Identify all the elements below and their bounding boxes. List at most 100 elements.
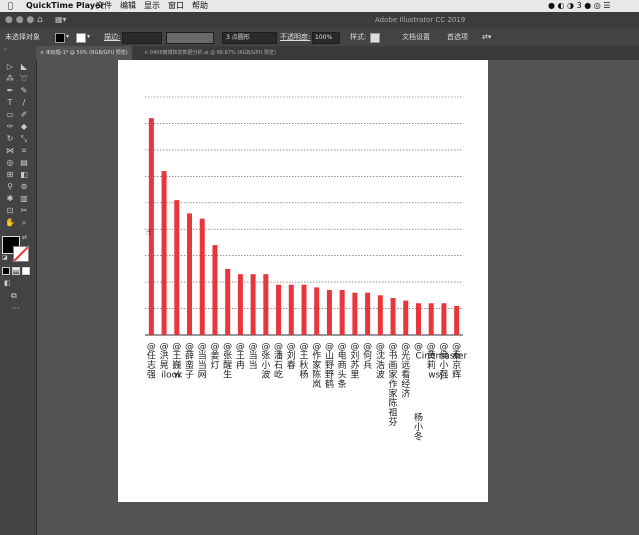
- bar: [250, 274, 256, 335]
- shaper-icon[interactable]: ✑: [4, 122, 16, 132]
- brush-name: 3 点圆形: [226, 34, 250, 41]
- gradient-icon[interactable]: ◧: [18, 170, 30, 180]
- category-label: @王秋杨: [300, 342, 309, 381]
- eraser-icon[interactable]: ◆: [18, 122, 30, 132]
- width-tool-icon[interactable]: ⋈: [4, 146, 16, 156]
- paintbrush-icon[interactable]: ✐: [18, 110, 30, 120]
- opacity-field[interactable]: 100%: [312, 32, 340, 44]
- default-colors-icon[interactable]: ◪: [2, 254, 8, 261]
- control-bar: 未选择对象 ▾ ▾ 描边: 3 点圆形 不透明度: 100% 样式: 文档设置 …: [0, 28, 639, 47]
- menu-window[interactable]: 窗口: [168, 0, 184, 12]
- selection-tool-icon[interactable]: ▷: [4, 62, 16, 72]
- menu-help[interactable]: 帮助: [192, 0, 208, 12]
- document-setup-button[interactable]: 文档设置: [402, 28, 430, 46]
- bar: [326, 290, 332, 335]
- category-label: @王冉: [236, 342, 245, 371]
- direct-selection-tool-icon[interactable]: ◣: [18, 62, 30, 72]
- category-label: @刘春: [287, 342, 296, 371]
- app-title: Adobe Illustrator CC 2019: [375, 16, 466, 24]
- category-label: @侯小强: [439, 342, 448, 381]
- bar: [276, 284, 282, 335]
- style-swatch[interactable]: [370, 33, 380, 43]
- blend-icon[interactable]: ⊚: [18, 182, 30, 192]
- free-transform-icon[interactable]: ⌗: [18, 146, 30, 156]
- category-label: @电商头条: [338, 342, 347, 390]
- menu-file[interactable]: 文件: [96, 0, 112, 12]
- category-label: @当当网: [198, 342, 207, 381]
- artboard-tool-icon[interactable]: ⊡: [4, 206, 16, 216]
- app-menu-quicktime[interactable]: QuickTime Player: [26, 0, 104, 12]
- bar: [288, 284, 294, 335]
- screen-mode-icon[interactable]: ⧉: [11, 291, 17, 301]
- fill-dropdown-icon[interactable]: ▾: [66, 28, 69, 46]
- stroke-dropdown-icon[interactable]: ▾: [87, 28, 90, 46]
- tab-untitled-1[interactable]: × 未标题-1* @ 50% (RGB/GPU 预览): [36, 46, 132, 60]
- tab-label: 0406微博转发数据分析.ai @ 66.67% (RGB/GPU 预览): [149, 50, 276, 56]
- draw-mode-icon[interactable]: ◧: [4, 279, 11, 287]
- bar: [441, 303, 447, 335]
- opacity-value: 100%: [315, 34, 333, 41]
- color-mode-icon[interactable]: [2, 267, 10, 275]
- bar: [187, 213, 193, 335]
- symbol-sprayer-icon[interactable]: ✱: [4, 194, 16, 204]
- bar: [237, 274, 243, 335]
- category-label: @姜灯: [210, 342, 219, 371]
- stroke-weight-field[interactable]: [122, 32, 162, 44]
- category-label: @薛蛮子: [185, 342, 194, 381]
- bar: [428, 303, 434, 335]
- rotate-icon[interactable]: ↻: [4, 134, 16, 144]
- home-icon[interactable]: ⌂: [37, 12, 43, 28]
- category-label: @书画家作家陈祖芬: [389, 342, 398, 428]
- preferences-button[interactable]: 首选项: [447, 28, 468, 46]
- column-graph-icon[interactable]: ▥: [18, 194, 30, 204]
- apple-icon[interactable]: : [8, 0, 13, 12]
- menu-view[interactable]: 显示: [144, 0, 160, 12]
- type-tool-icon[interactable]: T: [4, 98, 16, 108]
- arrange-icon[interactable]: ⇄▾: [482, 28, 491, 46]
- scale-icon[interactable]: ⤡: [18, 134, 30, 144]
- bar: [174, 200, 180, 335]
- tab-weibo-analysis[interactable]: × 0406微博转发数据分析.ai @ 66.67% (RGB/GPU 预览): [140, 46, 280, 60]
- lasso-icon[interactable]: ➰: [18, 74, 30, 84]
- variable-width-field[interactable]: [166, 32, 214, 44]
- window-controls[interactable]: ● ● ●: [5, 12, 34, 28]
- mouse-cursor-icon: ☝: [146, 228, 152, 238]
- illustrator-app-bar: ● ● ● ⌂ ▦▾ Adobe Illustrator CC 2019: [0, 12, 639, 28]
- tab-label: 未标题-1* @ 50% (RGB/GPU 预览): [45, 50, 128, 56]
- bar: [161, 171, 167, 335]
- category-label: @张醒生: [223, 342, 232, 381]
- tools-panel: » ▷ ◣ ⁂ ➰ ✒ ✎ T / ▭ ✐ ✑ ◆ ↻ ⤡ ⋈ ⌗ ◎ ▤ ⊞ …: [0, 46, 37, 535]
- swap-colors-icon[interactable]: ⇄: [22, 234, 27, 241]
- slice-tool-icon[interactable]: ✂: [18, 206, 30, 216]
- eyedropper-icon[interactable]: ⚲: [4, 182, 16, 192]
- shape-builder-icon[interactable]: ◎: [4, 158, 16, 168]
- hand-tool-icon[interactable]: ✋: [4, 218, 16, 228]
- category-label: @何兵: [363, 342, 372, 371]
- gradient-mode-icon[interactable]: [12, 267, 20, 275]
- workspace-switcher-icon[interactable]: ▦▾: [55, 12, 67, 28]
- zoom-tool-icon[interactable]: ⌕: [18, 218, 30, 228]
- line-tool-icon[interactable]: /: [18, 98, 30, 108]
- stroke-swatch[interactable]: [76, 33, 86, 43]
- menu-edit[interactable]: 编辑: [120, 0, 136, 12]
- mesh-icon[interactable]: ⊞: [4, 170, 16, 180]
- status-icons[interactable]: ● ◐ ◑ 3 ● ◎ ☰: [548, 0, 610, 12]
- category-label: @张小波: [261, 342, 270, 381]
- category-label: @王巍 w: [172, 342, 181, 381]
- fill-swatch[interactable]: [55, 33, 65, 43]
- category-label: @山野野鹤: [325, 342, 334, 390]
- bar: [454, 305, 460, 335]
- magic-wand-icon[interactable]: ⁂: [4, 74, 16, 84]
- brush-definition-field[interactable]: 3 点圆形: [222, 32, 277, 44]
- more-tools-icon[interactable]: ···: [12, 304, 20, 313]
- panel-collapse-icon[interactable]: »: [4, 47, 7, 53]
- stroke-color-swatch[interactable]: [13, 246, 29, 262]
- rectangle-tool-icon[interactable]: ▭: [4, 110, 16, 120]
- none-mode-icon[interactable]: [22, 267, 30, 275]
- bar: [377, 295, 383, 335]
- category-label: @刘苏里: [350, 342, 359, 381]
- perspective-grid-icon[interactable]: ▤: [18, 158, 30, 168]
- pen-tool-icon[interactable]: ✒: [4, 86, 16, 96]
- curvature-icon[interactable]: ✎: [18, 86, 30, 96]
- category-label: @作家陈岚: [312, 342, 321, 390]
